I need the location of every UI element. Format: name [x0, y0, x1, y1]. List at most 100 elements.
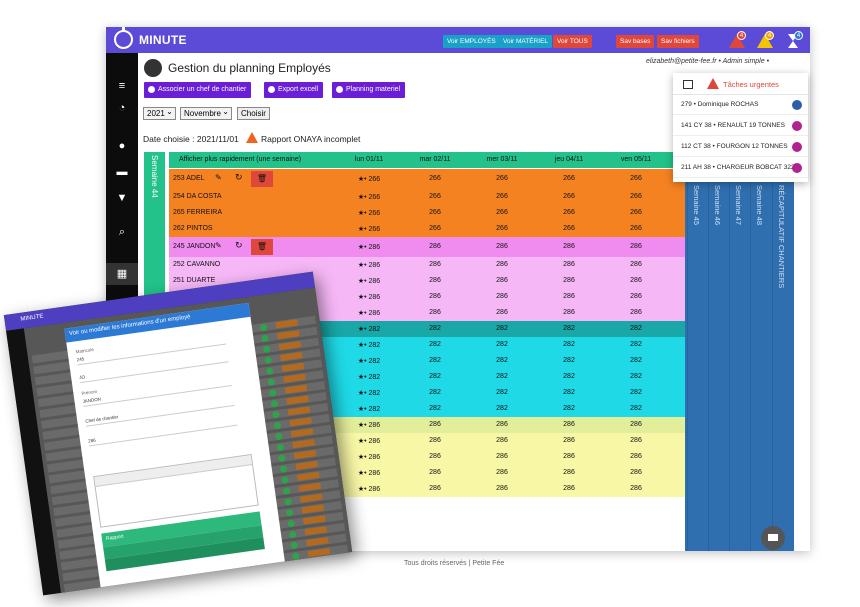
site-cell[interactable]: 266 — [482, 225, 522, 232]
site-cell[interactable]: 286 — [549, 243, 589, 250]
site-cell-starred[interactable]: ★• 282 — [349, 373, 389, 381]
site-cell[interactable]: 286 — [616, 309, 656, 316]
user-icon[interactable]: ● — [115, 139, 129, 153]
site-cell[interactable]: 266 — [549, 225, 589, 232]
truck-icon[interactable] — [792, 163, 802, 173]
site-cell[interactable]: 282 — [616, 389, 656, 396]
site-cell[interactable]: 286 — [415, 293, 455, 300]
site-cell[interactable]: 286 — [549, 485, 589, 492]
site-cell[interactable]: 282 — [482, 325, 522, 332]
site-cell[interactable]: 286 — [482, 243, 522, 250]
site-cell-starred[interactable]: ★• 286 — [349, 277, 389, 285]
urgent-task-item[interactable]: 279 • Dominique ROCHAS — [673, 95, 808, 115]
user-info[interactable]: elizabeth@petite-fee.fr • Admin simple • — [646, 58, 769, 65]
menu-icon[interactable]: ≡ — [115, 79, 129, 93]
view-equipment-button[interactable]: Voir MATÉRIEL — [499, 35, 553, 48]
site-cell[interactable]: 286 — [415, 309, 455, 316]
site-cell[interactable]: 282 — [482, 357, 522, 364]
save-bases-button[interactable]: Sav bases — [616, 35, 655, 48]
person-icon[interactable] — [792, 100, 802, 110]
site-cell[interactable]: 286 — [549, 293, 589, 300]
delete-icon[interactable]: 🗑 — [251, 171, 273, 187]
site-cell[interactable]: 286 — [482, 261, 522, 268]
employee-row[interactable]: 252 CAVANNO ★• 286 286 286 286 286 — [169, 257, 685, 273]
site-cell[interactable]: 266 — [482, 193, 522, 200]
site-cell[interactable]: 282 — [482, 341, 522, 348]
site-cell[interactable]: 282 — [415, 325, 455, 332]
delete-icon[interactable]: 🗑 — [251, 239, 273, 255]
site-cell[interactable]: 282 — [616, 341, 656, 348]
filter-icon[interactable]: ▼ — [115, 191, 129, 205]
site-cell[interactable]: 286 — [482, 293, 522, 300]
site-cell-starred[interactable]: ★• 286 — [349, 293, 389, 301]
site-cell[interactable]: 282 — [482, 405, 522, 412]
site-cell[interactable]: 266 — [482, 175, 522, 182]
site-cell[interactable]: 286 — [415, 421, 455, 428]
week-column[interactable]: Semaine 47 — [729, 152, 750, 551]
site-cell[interactable]: 286 — [549, 469, 589, 476]
week-column[interactable]: Semaine 46 — [708, 152, 729, 551]
site-cell-starred[interactable]: ★• 286 — [349, 437, 389, 445]
equipment-planning-button[interactable]: Planning materiel — [332, 82, 406, 98]
mail-icon[interactable] — [761, 526, 785, 550]
site-cell[interactable]: 282 — [616, 325, 656, 332]
site-cell[interactable]: 286 — [616, 293, 656, 300]
site-cell-starred[interactable]: ★• 282 — [349, 405, 389, 413]
site-cell-starred[interactable]: ★• 266 — [349, 209, 389, 217]
urgent-task-item[interactable]: 211 AH 38 • CHARGEUR BOBCAT 322 — [673, 158, 808, 178]
site-cell[interactable]: 282 — [616, 405, 656, 412]
site-cell[interactable]: 286 — [415, 261, 455, 268]
refresh-icon[interactable]: ↻ — [235, 172, 243, 183]
site-cell[interactable]: 266 — [549, 175, 589, 182]
site-cell[interactable]: 282 — [549, 325, 589, 332]
site-cell[interactable]: 286 — [616, 243, 656, 250]
employee-row[interactable]: 265 FERREIRA ★• 266 266 266 266 266 — [169, 205, 685, 221]
truck-icon[interactable] — [792, 142, 802, 152]
site-cell[interactable]: 286 — [616, 261, 656, 268]
employee-row[interactable]: 262 PINTOS ★• 266 266 266 266 266 — [169, 221, 685, 237]
site-cell-starred[interactable]: ★• 286 — [349, 261, 389, 269]
site-cell[interactable]: 266 — [549, 209, 589, 216]
site-cell[interactable]: 266 — [616, 193, 656, 200]
site-cell[interactable]: 266 — [415, 209, 455, 216]
site-cell[interactable]: 286 — [482, 437, 522, 444]
truck-icon[interactable]: ▬ — [115, 165, 129, 179]
table-icon[interactable] — [683, 80, 693, 89]
site-cell[interactable]: 286 — [415, 485, 455, 492]
employee-row[interactable]: 254 DA COSTA ★• 266 266 266 266 266 — [169, 189, 685, 205]
site-cell-starred[interactable]: ★• 282 — [349, 325, 389, 333]
site-cell-starred[interactable]: ★• 286 — [349, 309, 389, 317]
week-column[interactable]: RÉCAPITULATIF CHANTIERS — [772, 152, 793, 551]
week-column[interactable]: Semaine 45 — [687, 152, 708, 551]
site-cell[interactable]: 286 — [482, 277, 522, 284]
edit-icon[interactable]: ✎ — [215, 241, 222, 250]
site-cell[interactable]: 286 — [616, 453, 656, 460]
site-cell[interactable]: 286 — [415, 437, 455, 444]
save-files-button[interactable]: Sav fichiers — [657, 35, 699, 48]
site-cell[interactable]: 286 — [549, 277, 589, 284]
calendar-icon[interactable]: ▦ — [106, 263, 138, 285]
site-cell[interactable]: 282 — [549, 357, 589, 364]
refresh-icon[interactable]: ↻ — [235, 240, 243, 251]
site-cell[interactable]: 266 — [415, 193, 455, 200]
export-excel-button[interactable]: Export excell — [264, 82, 324, 98]
site-cell[interactable]: 282 — [549, 373, 589, 380]
site-cell[interactable]: 286 — [616, 277, 656, 284]
site-cell-starred[interactable]: ★• 286 — [349, 421, 389, 429]
site-cell[interactable]: 286 — [482, 469, 522, 476]
site-cell[interactable]: 266 — [482, 209, 522, 216]
site-cell[interactable]: 286 — [549, 453, 589, 460]
site-cell-starred[interactable]: ★• 282 — [349, 341, 389, 349]
truck-icon[interactable] — [792, 121, 802, 131]
assign-site-manager-button[interactable]: Associer un chef de chantier — [144, 82, 252, 98]
site-cell-starred[interactable]: ★• 282 — [349, 357, 389, 365]
dashboard-icon[interactable]: ◔ — [115, 101, 129, 115]
urgent-task-item[interactable]: 112 CT 38 • FOURGON 12 TONNES — [673, 137, 808, 157]
employee-row[interactable]: 245 JANDON ✎ ↻ 🗑 ★• 286 286 286 286 286 — [169, 237, 685, 257]
site-cell-starred[interactable]: ★• 266 — [349, 175, 389, 183]
site-cell[interactable]: 286 — [415, 453, 455, 460]
site-cell-starred[interactable]: ★• 286 — [349, 453, 389, 461]
site-cell-starred[interactable]: ★• 286 — [349, 485, 389, 493]
site-cell[interactable]: 282 — [616, 357, 656, 364]
site-cell[interactable]: 266 — [616, 175, 656, 182]
